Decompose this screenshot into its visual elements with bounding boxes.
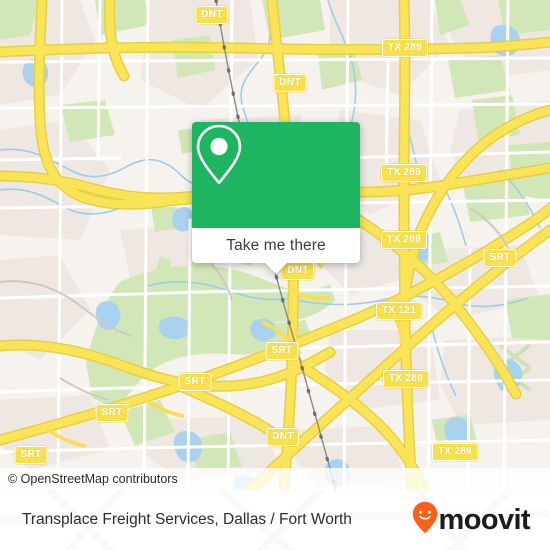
moovit-wordmark: moovit xyxy=(438,503,531,536)
take-me-there-button[interactable]: Take me there xyxy=(192,228,360,263)
road-shield: SRT xyxy=(95,404,129,422)
map-attribution[interactable]: © OpenStreetMap contributors xyxy=(0,468,550,490)
moovit-pin-smiley-icon xyxy=(412,501,438,539)
moovit-station-map-screen: DNT DNT TX 289 TX 289 TX 289 SRT DNT TX … xyxy=(0,0,550,550)
attribution-text: © OpenStreetMap contributors xyxy=(8,472,178,486)
road-shield: SRT xyxy=(265,342,299,360)
station-callout-card[interactable]: Take me there xyxy=(192,122,360,274)
moovit-logo[interactable]: moovit xyxy=(412,501,531,539)
road-shield: DNT xyxy=(273,74,307,92)
road-shield: DNT xyxy=(195,6,229,24)
page-title: Transplace Freight Services, Dallas / Fo… xyxy=(22,511,352,528)
take-me-there-label: Take me there xyxy=(226,236,326,254)
callout-pointer-tail xyxy=(265,263,287,274)
footer-bar: Transplace Freight Services, Dallas / Fo… xyxy=(0,490,550,550)
road-shield: TX 289 xyxy=(382,370,430,388)
road-shield: SRT xyxy=(14,446,48,464)
road-shield: TX 289 xyxy=(380,164,428,182)
road-shield: TX 289 xyxy=(380,231,428,249)
road-shield: TX 121 xyxy=(375,302,423,320)
map-canvas[interactable]: DNT DNT TX 289 TX 289 TX 289 SRT DNT TX … xyxy=(0,0,550,490)
road-shield: SRT xyxy=(483,249,517,267)
road-shield: SRT xyxy=(178,373,212,391)
callout-marker-area xyxy=(192,122,360,228)
road-shield: TX 289 xyxy=(381,39,429,57)
road-shield: DNT xyxy=(266,428,300,446)
road-shield: TX 289 xyxy=(431,443,479,461)
